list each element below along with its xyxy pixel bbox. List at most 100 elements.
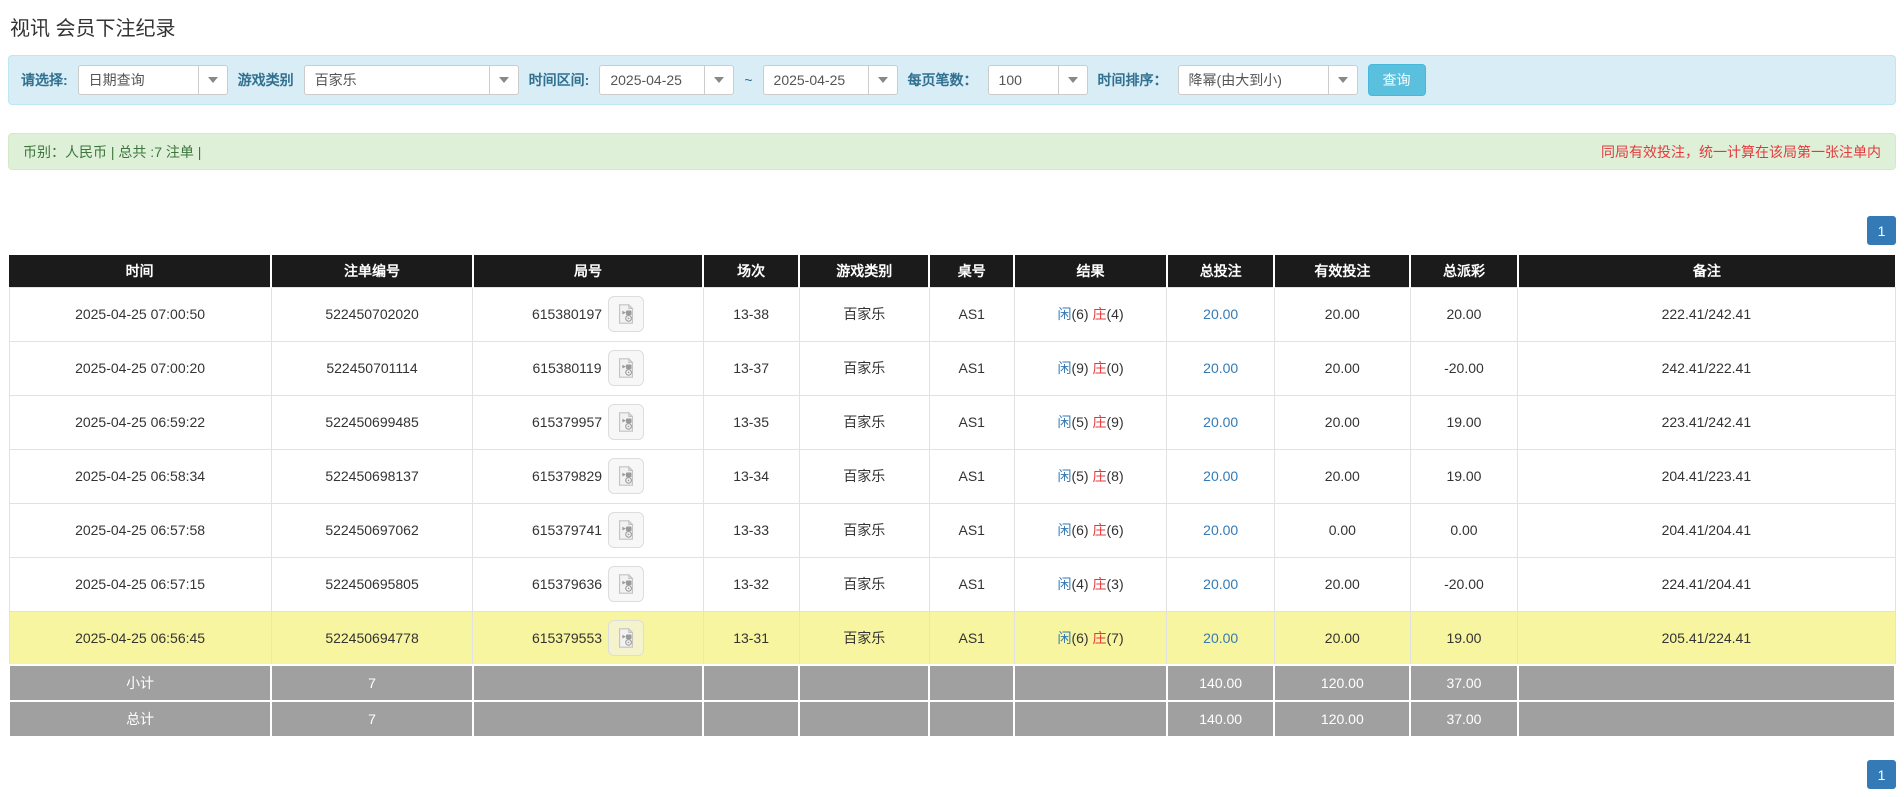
- valid-bet-cell: 20.00: [1273, 286, 1411, 342]
- bet-id-cell: 522450701114: [270, 340, 474, 396]
- game-type-cell: 百家乐: [798, 448, 930, 504]
- summary-count-cell: 7: [270, 700, 474, 738]
- video-replay-button[interactable]: [608, 566, 645, 602]
- summary-body: 小计 7 140.00 120.00 37.00 总计 7 140.00 120…: [7, 664, 1897, 738]
- search-button[interactable]: 查询: [1367, 64, 1426, 96]
- chevron-down-icon[interactable]: [488, 65, 519, 95]
- summary-empty-cell: [1516, 700, 1897, 738]
- notice-text: 同局有效投注，统一计算在该局第一张注单内: [1601, 143, 1881, 160]
- summary-bar: 币别：人民币 | 总共 :7 注单 | 同局有效投注，统一计算在该局第一张注单内: [8, 133, 1896, 170]
- video-replay-button[interactable]: [608, 619, 645, 656]
- chevron-down-icon[interactable]: [197, 65, 228, 95]
- result-cell: 闲(6) 庄(7): [1013, 610, 1168, 666]
- round-id: 615379829: [531, 468, 603, 484]
- page-title: 视讯 会员下注纪录: [10, 18, 176, 40]
- page-button[interactable]: 1: [1867, 760, 1896, 789]
- caret-glyph: [1337, 77, 1348, 83]
- video-replay-button[interactable]: [608, 458, 645, 494]
- per-page-label: 每页笔数：: [907, 72, 978, 88]
- payout-cell: 19.00: [1409, 610, 1519, 666]
- round-id: 615379741: [531, 522, 603, 538]
- chevron-down-icon[interactable]: [1057, 65, 1088, 95]
- table-number-cell: AS1: [928, 394, 1015, 450]
- banker-result-score: (0): [1106, 360, 1124, 376]
- column-header: 结果: [1013, 255, 1167, 287]
- bet-id-cell: 522450697062: [270, 502, 474, 558]
- column-header: 桌号: [928, 255, 1015, 287]
- summary-empty-cell: [928, 664, 1016, 702]
- session-cell: 13-32: [702, 556, 800, 612]
- per-page-select[interactable]: 100: [987, 65, 1088, 95]
- session-cell: 13-33: [702, 502, 800, 558]
- video-file-icon: [619, 573, 634, 594]
- table-number-cell: AS1: [928, 502, 1015, 558]
- round-id: 615379636: [531, 576, 603, 592]
- time-cell: 2025-04-25 06:58:34: [8, 448, 272, 504]
- total-bet-link[interactable]: 20.00: [1203, 360, 1238, 376]
- summary-empty-cell: [702, 700, 801, 738]
- player-result-label: 闲: [1057, 306, 1072, 322]
- total-bet-link[interactable]: 20.00: [1203, 306, 1238, 322]
- total-bet-link[interactable]: 20.00: [1203, 468, 1238, 484]
- payout-cell: 0.00: [1409, 502, 1519, 558]
- summary-count-cell: 7: [270, 664, 474, 702]
- caret-glyph: [1067, 77, 1078, 83]
- total-bet-link[interactable]: 20.00: [1203, 630, 1238, 646]
- total-bet-link[interactable]: 20.00: [1203, 576, 1238, 592]
- time-cell: 2025-04-25 06:57:58: [8, 502, 272, 558]
- date-from-select[interactable]: 2025-04-25: [599, 65, 735, 95]
- date-from-value: 2025-04-25: [599, 65, 705, 95]
- table-row: 2025-04-25 06:57:58 522450697062 6153797…: [8, 502, 1896, 558]
- result-cell: 闲(5) 庄(8): [1013, 448, 1168, 504]
- date-to-select[interactable]: 2025-04-25: [762, 65, 898, 95]
- banker-result-score: (9): [1106, 414, 1124, 430]
- sort-order-select[interactable]: 降幂(由大到小): [1177, 65, 1358, 95]
- column-header: 总投注: [1165, 255, 1275, 287]
- game-type-select[interactable]: 百家乐: [303, 65, 519, 95]
- chevron-down-icon[interactable]: [867, 65, 898, 95]
- banker-result-label: 庄: [1092, 468, 1107, 484]
- query-type-label: 请选择:: [21, 72, 68, 88]
- banker-result-score: (4): [1106, 306, 1124, 322]
- remark-cell: 222.41/242.41: [1517, 286, 1896, 342]
- column-header: 场次: [702, 255, 800, 287]
- table-row: 2025-04-25 07:00:50 522450702020 6153801…: [8, 286, 1896, 342]
- banker-result-score: (8): [1106, 468, 1124, 484]
- total-bet-link[interactable]: 20.00: [1203, 522, 1238, 538]
- video-replay-button[interactable]: [608, 296, 645, 332]
- column-header: 局号: [471, 255, 704, 287]
- summary-empty-cell: [471, 700, 705, 738]
- player-result-score: (5): [1071, 414, 1089, 430]
- caret-glyph: [498, 77, 509, 83]
- game-type-value: 百家乐: [303, 65, 489, 95]
- valid-bet-cell: 20.00: [1273, 556, 1411, 612]
- video-replay-button[interactable]: [608, 404, 645, 440]
- chevron-down-icon[interactable]: [1327, 65, 1358, 95]
- valid-bet-cell: 20.00: [1273, 340, 1411, 396]
- player-result-label: 闲: [1057, 522, 1072, 538]
- player-result-score: (6): [1071, 629, 1089, 646]
- player-result-label: 闲: [1057, 360, 1072, 376]
- date-to-value: 2025-04-25: [762, 65, 868, 95]
- table-body: 2025-04-25 07:00:50 522450702020 6153801…: [8, 286, 1896, 666]
- banker-result-score: (3): [1106, 576, 1124, 592]
- round-id-cell: 615379553: [472, 610, 704, 666]
- query-type-select[interactable]: 日期查询: [77, 65, 228, 95]
- summary-empty-cell: [798, 664, 931, 702]
- player-result-score: (5): [1071, 468, 1089, 484]
- summary-label-cell: 总计: [7, 700, 273, 738]
- summary-payout-cell: 37.00: [1409, 664, 1519, 702]
- chevron-down-icon[interactable]: [704, 65, 735, 95]
- video-replay-button[interactable]: [608, 512, 645, 548]
- column-header: 游戏类别: [798, 255, 930, 287]
- per-page-value: 100: [987, 65, 1058, 95]
- video-replay-button[interactable]: [607, 350, 644, 386]
- table-row: 2025-04-25 06:56:45 522450694778 6153795…: [8, 610, 1896, 666]
- bet-id-cell: 522450695805: [270, 556, 474, 612]
- caret-glyph: [207, 77, 218, 83]
- column-header: 注单编号: [270, 255, 473, 287]
- banker-result-label: 庄: [1092, 522, 1107, 538]
- time-cell: 2025-04-25 06:57:15: [8, 556, 272, 612]
- page-button[interactable]: 1: [1867, 216, 1896, 245]
- total-bet-link[interactable]: 20.00: [1203, 414, 1238, 430]
